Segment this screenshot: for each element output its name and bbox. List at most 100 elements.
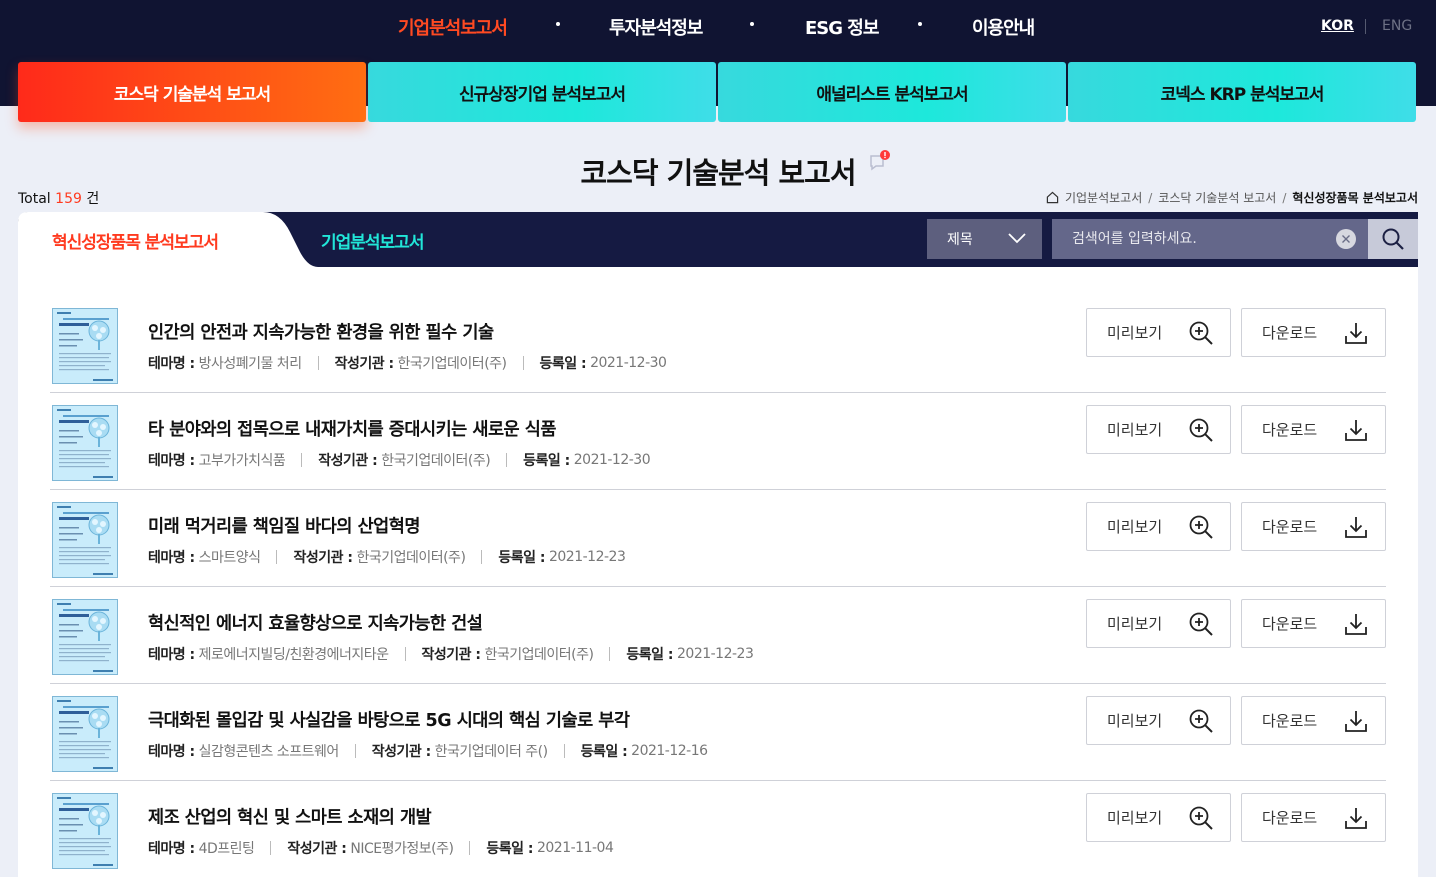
- search-icon: [1382, 228, 1404, 250]
- page-title: 코스닥 기술분석 보고서: [580, 156, 857, 190]
- download-button[interactable]: 다운로드: [1241, 793, 1386, 842]
- nav-company-report[interactable]: 기업분석보고서: [398, 14, 508, 40]
- download-button[interactable]: 다운로드: [1241, 405, 1386, 454]
- report-thumbnail[interactable]: [52, 599, 118, 675]
- date-value: 2021-12-23: [677, 646, 754, 662]
- search-button[interactable]: [1368, 219, 1418, 259]
- report-title[interactable]: 제조 산업의 혁신 및 스마트 소재의 개발: [148, 804, 432, 829]
- preview-button[interactable]: 미리보기: [1086, 308, 1231, 357]
- preview-button[interactable]: 미리보기: [1086, 696, 1231, 745]
- total-label: Total: [18, 191, 51, 207]
- zoom-in-icon: [1189, 709, 1213, 733]
- download-label: 다운로드: [1262, 421, 1318, 439]
- search-field-value: 제목: [947, 232, 973, 248]
- tab-innovation-growth[interactable]: 혁신성장품목 분석보고서: [52, 228, 219, 253]
- report-title[interactable]: 극대화된 몰입감 및 사실감을 바탕으로 5G 시대의 핵심 기술로 부각: [148, 707, 630, 732]
- report-meta: 테마명 : 방사성폐기물 처리 작성기관 : 한국기업데이터(주) 등록일 : …: [148, 353, 667, 373]
- zoom-in-icon: [1189, 515, 1213, 539]
- theme-value: 실감형콘텐츠 소프트웨어: [198, 744, 340, 760]
- meta-divider: [404, 647, 406, 661]
- zoom-in-icon: [1189, 612, 1213, 636]
- org-label: 작성기관 :: [421, 647, 482, 663]
- report-thumbnail[interactable]: [52, 308, 118, 384]
- preview-label: 미리보기: [1107, 809, 1163, 827]
- home-icon[interactable]: [1046, 191, 1059, 204]
- lang-eng-link[interactable]: ENG: [1382, 18, 1412, 34]
- org-label: 작성기관 :: [287, 841, 347, 857]
- report-cover-image: [53, 503, 117, 577]
- preview-label: 미리보기: [1107, 615, 1163, 633]
- category-analyst[interactable]: 애널리스트 분석보고서: [718, 62, 1066, 122]
- report-title[interactable]: 혁신적인 에너지 효율향상으로 지속가능한 건설: [148, 610, 483, 635]
- report-meta: 테마명 : 고부가가치식품 작성기관 : 한국기업데이터(주) 등록일 : 20…: [148, 450, 651, 470]
- preview-button[interactable]: 미리보기: [1086, 599, 1231, 648]
- org-value: 한국기업데이터(주): [484, 647, 594, 663]
- download-button[interactable]: 다운로드: [1241, 696, 1386, 745]
- nav-guide[interactable]: 이용안내: [972, 14, 1035, 40]
- report-thumbnail[interactable]: [52, 793, 118, 869]
- breadcrumb-separator: /: [1282, 190, 1287, 205]
- report-thumbnail[interactable]: [52, 502, 118, 578]
- breadcrumb-separator: /: [1148, 190, 1153, 205]
- clear-search-button[interactable]: [1336, 229, 1356, 249]
- theme-label: 테마명 :: [148, 550, 195, 566]
- meta-divider: [563, 744, 565, 758]
- tab-company-report[interactable]: 기업분석보고서: [321, 228, 424, 253]
- report-cover-image: [53, 309, 117, 383]
- preview-button[interactable]: 미리보기: [1086, 405, 1231, 454]
- download-button[interactable]: 다운로드: [1241, 308, 1386, 357]
- org-label: 작성기관 :: [293, 550, 353, 566]
- breadcrumb-item[interactable]: 코스닥 기술분석 보고서: [1158, 189, 1276, 206]
- date-label: 등록일 :: [498, 550, 546, 566]
- theme-value: 방사성폐기물 처리: [198, 356, 303, 372]
- preview-label: 미리보기: [1107, 518, 1163, 536]
- report-title[interactable]: 타 분야와의 접목으로 내재가치를 증대시키는 새로운 식품: [148, 416, 556, 441]
- meta-divider: [469, 841, 471, 855]
- search-field-select[interactable]: 제목: [927, 219, 1042, 259]
- report-thumbnail[interactable]: [52, 696, 118, 772]
- meta-divider: [301, 453, 303, 467]
- nav-dot: [750, 22, 754, 26]
- theme-value: 4D프린팅: [198, 841, 255, 857]
- download-label: 다운로드: [1262, 324, 1318, 342]
- nav-esg-info[interactable]: ESG 정보: [805, 14, 879, 40]
- date-value: 2021-12-16: [631, 743, 708, 759]
- breadcrumb: 기업분석보고서 / 코스닥 기술분석 보고서 / 혁신성장품목 분석보고서: [1046, 189, 1418, 206]
- meta-divider: [609, 647, 611, 661]
- download-label: 다운로드: [1262, 615, 1318, 633]
- date-label: 등록일 :: [523, 453, 570, 469]
- download-icon: [1345, 517, 1367, 538]
- org-value: NICE평가정보(주): [350, 841, 454, 857]
- category-kosdaq-tech[interactable]: 코스닥 기술분석 보고서: [18, 62, 366, 122]
- report-thumbnail[interactable]: [52, 405, 118, 481]
- zoom-in-icon: [1189, 321, 1213, 345]
- category-konex-krp[interactable]: 코넥스 KRP 분석보고서: [1068, 62, 1416, 122]
- org-label: 작성기관 :: [334, 356, 395, 372]
- breadcrumb-item[interactable]: 기업분석보고서: [1065, 189, 1142, 206]
- notice-bubble-icon[interactable]: [868, 150, 892, 174]
- preview-button[interactable]: 미리보기: [1086, 793, 1231, 842]
- download-icon: [1345, 420, 1367, 441]
- total-number: 159: [55, 191, 82, 207]
- date-label: 등록일 :: [626, 647, 674, 663]
- download-button[interactable]: 다운로드: [1241, 599, 1386, 648]
- preview-label: 미리보기: [1107, 421, 1163, 439]
- meta-divider: [481, 550, 483, 564]
- report-title[interactable]: 인간의 안전과 지속가능한 환경을 위한 필수 기술: [148, 319, 494, 344]
- nav-dot: [918, 22, 922, 26]
- download-label: 다운로드: [1262, 809, 1318, 827]
- theme-value: 고부가가치식품: [198, 453, 286, 469]
- report-row: 극대화된 몰입감 및 사실감을 바탕으로 5G 시대의 핵심 기술로 부각 테마…: [50, 684, 1386, 781]
- nav-investment-info[interactable]: 투자분석정보: [609, 14, 703, 40]
- lang-kor-link[interactable]: KOR: [1321, 18, 1354, 34]
- report-cover-image: [53, 794, 117, 868]
- date-value: 2021-11-04: [536, 840, 614, 856]
- org-value: 한국기업데이터(주): [356, 550, 466, 566]
- search-input[interactable]: [1052, 219, 1368, 259]
- preview-button[interactable]: 미리보기: [1086, 502, 1231, 551]
- meta-divider: [522, 356, 524, 370]
- category-new-listing[interactable]: 신규상장기업 분석보고서: [368, 62, 716, 122]
- report-title[interactable]: 미래 먹거리를 책임질 바다의 산업혁명: [148, 513, 420, 538]
- download-button[interactable]: 다운로드: [1241, 502, 1386, 551]
- report-row: 타 분야와의 접목으로 내재가치를 증대시키는 새로운 식품 테마명 : 고부가…: [50, 393, 1386, 490]
